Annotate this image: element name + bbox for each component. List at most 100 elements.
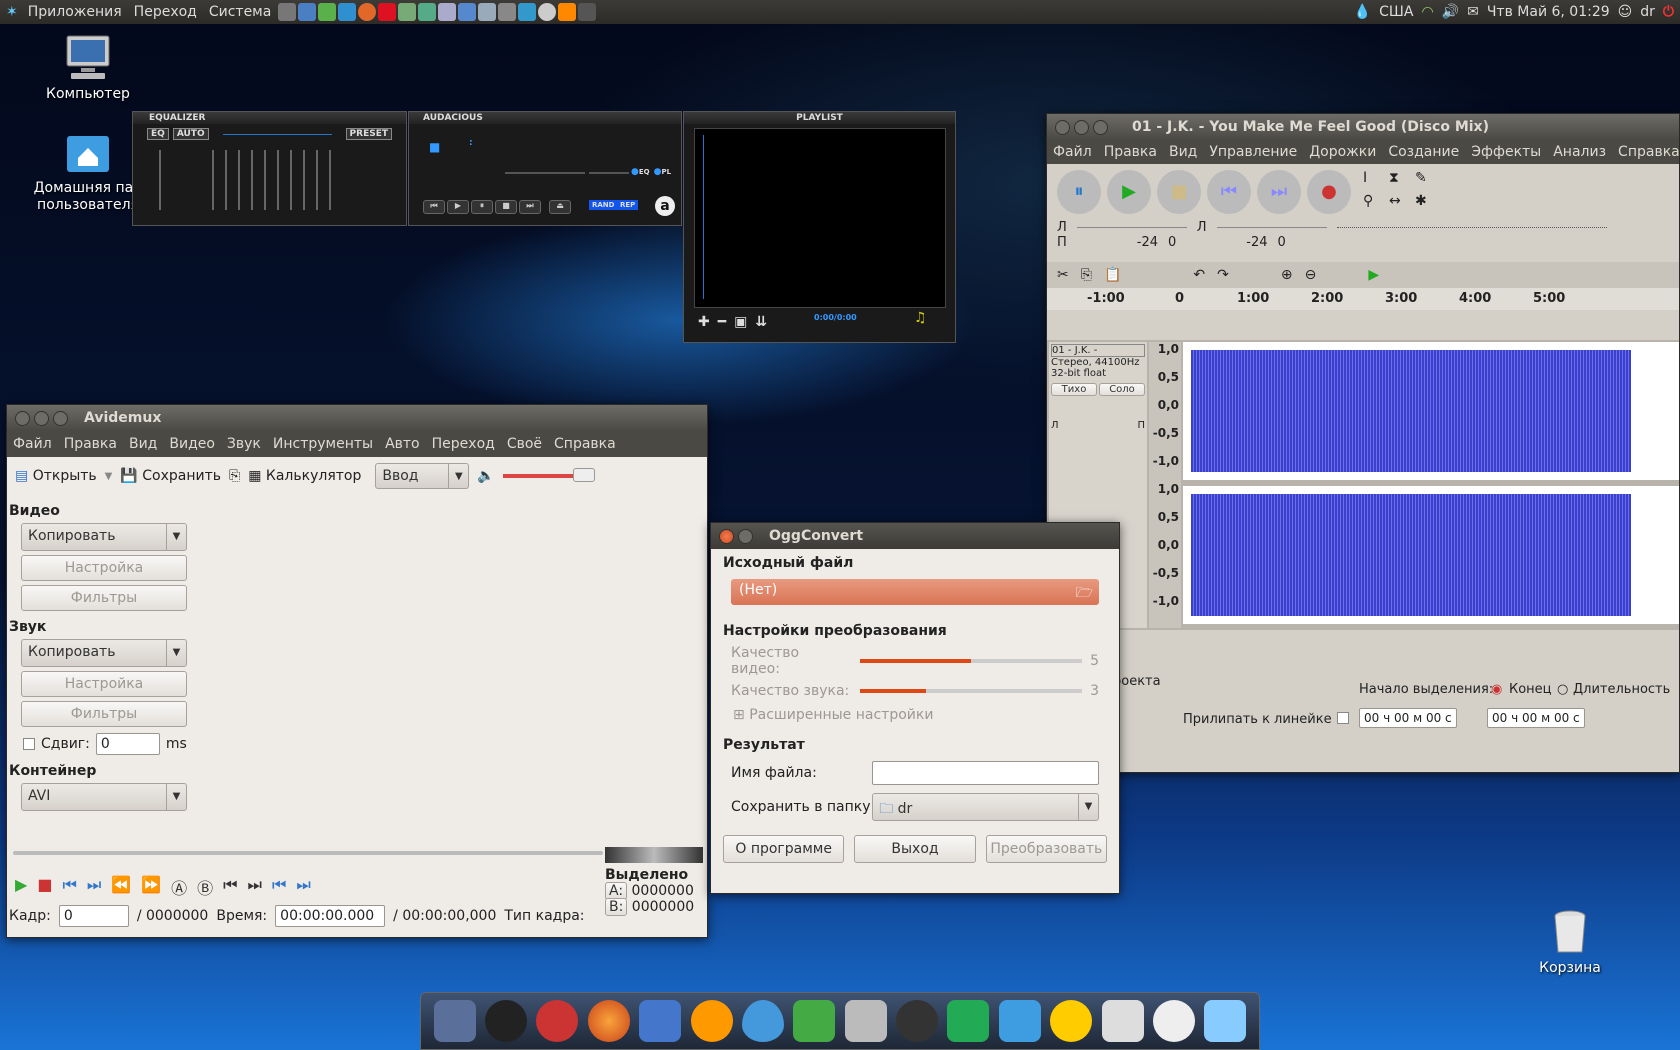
audio-codec-combo[interactable]: Копировать ▼ (21, 639, 187, 667)
mail-icon[interactable]: ✉ (1467, 4, 1479, 20)
menu-applications[interactable]: Приложения (22, 4, 128, 20)
launcher-icon[interactable] (478, 3, 497, 21)
launcher-icon[interactable] (538, 3, 557, 21)
media-manager-icon[interactable] (639, 1000, 682, 1042)
add-icon[interactable]: ✚ (698, 314, 710, 330)
vlc-icon[interactable] (558, 3, 577, 21)
desktop-trash[interactable]: Корзина (1510, 908, 1630, 977)
minimize-button[interactable] (34, 410, 49, 426)
forward-icon[interactable]: ⏩ (141, 875, 161, 899)
audio-filters-button[interactable]: Фильтры (21, 701, 187, 727)
track-name[interactable]: 01 - J.K. - (1051, 344, 1145, 357)
webcam-icon[interactable] (896, 1000, 939, 1042)
menu-places[interactable]: Переход (128, 4, 203, 20)
volume-slider[interactable] (505, 172, 585, 174)
user-name[interactable]: dr (1640, 4, 1655, 20)
copy-icon[interactable]: ⎘ (1081, 267, 1092, 283)
open-dropdown-icon[interactable]: ▼ (105, 471, 113, 482)
menu-analyze[interactable]: Анализ (1547, 144, 1612, 160)
close-button[interactable] (1055, 119, 1070, 135)
video-quality-slider[interactable] (859, 659, 1083, 663)
settings-icon[interactable] (793, 1000, 836, 1042)
balance-slider[interactable] (589, 172, 629, 174)
menu-auto[interactable]: Авто (379, 436, 426, 452)
menu-tools[interactable]: Инструменты (267, 436, 379, 452)
pause-button[interactable]: ⏸ (471, 200, 493, 214)
select-icon[interactable]: ▣ (734, 314, 747, 330)
undo-icon[interactable]: ↶ (1193, 267, 1205, 283)
prev-keyframe-icon[interactable]: ⏮ (272, 875, 286, 899)
skip-start-button[interactable]: ⏮ (1207, 170, 1251, 214)
record-button[interactable]: ● (1307, 170, 1351, 214)
advanced-settings-expander[interactable]: ⊞ Расширенные настройки (733, 707, 1097, 723)
minimize-button[interactable] (1074, 119, 1089, 135)
remove-icon[interactable]: ━ (718, 314, 726, 330)
pause-button[interactable]: ⏸ (1057, 170, 1101, 214)
network-manager-icon[interactable] (536, 1000, 579, 1042)
mute-button[interactable]: Тихо (1051, 383, 1097, 396)
desktop-computer[interactable]: Компьютер (28, 34, 148, 103)
solo-button[interactable]: Соло (1099, 383, 1145, 396)
eq-window-toggle[interactable]: ●EQ (631, 167, 650, 177)
menu-file[interactable]: Файл (7, 436, 58, 452)
system-monitor-icon[interactable] (947, 1000, 990, 1042)
keyboard-layout[interactable]: США (1379, 4, 1413, 20)
wifi-icon[interactable]: ◠ (1421, 4, 1433, 20)
oggconvert-icon[interactable] (1204, 1000, 1247, 1042)
water-drop-icon[interactable] (741, 1000, 784, 1042)
timeshift-tool-icon[interactable]: ↔ (1389, 193, 1413, 214)
prev-frame-icon[interactable]: ⏮ (62, 875, 76, 899)
source-file-chooser[interactable]: (Нет) 🗁 (731, 579, 1099, 605)
play-icon[interactable]: ▶ (15, 875, 27, 899)
menu-transport[interactable]: Управление (1203, 144, 1303, 160)
mark-a-icon[interactable]: Ⓐ (171, 875, 187, 899)
rewind-icon[interactable]: ⏪ (111, 875, 131, 899)
headphones-icon[interactable] (1050, 1000, 1093, 1042)
save-button[interactable]: 💾 Сохранить (120, 468, 221, 484)
draw-tool-icon[interactable]: ✎ (1415, 170, 1439, 191)
time-field[interactable]: 00:00:00.000 (275, 905, 386, 927)
waveform-left[interactable] (1183, 342, 1679, 480)
waveform-right[interactable] (1183, 486, 1679, 624)
home-folder-icon[interactable] (998, 1000, 1041, 1042)
menu-go[interactable]: Переход (426, 436, 501, 452)
desktop-home[interactable]: Домашняя пап пользователя (28, 128, 148, 214)
menu-help[interactable]: Справка (548, 436, 622, 452)
menu-video[interactable]: Видео (163, 436, 221, 452)
network-icon[interactable]: 💧 (1354, 4, 1371, 20)
play-button[interactable]: ▶ (447, 200, 469, 214)
shift-checkbox[interactable] (23, 738, 35, 750)
seek-slider[interactable] (13, 851, 603, 855)
length-radio[interactable]: ○ (1557, 682, 1568, 697)
menu-view[interactable]: Вид (123, 436, 163, 452)
preset-button[interactable]: PRESET (345, 128, 392, 140)
menu-edit[interactable]: Правка (58, 436, 123, 452)
launcher-icon[interactable] (438, 3, 457, 21)
menu-effects[interactable]: Эффекты (1465, 144, 1547, 160)
next-button[interactable]: ⏭ (519, 200, 541, 214)
prev-button[interactable]: ⏮ (423, 200, 445, 214)
convert-button[interactable]: Преобразовать (985, 835, 1107, 863)
envelope-tool-icon[interactable]: ⧗ (1389, 170, 1413, 191)
redo-icon[interactable]: ↷ (1217, 267, 1229, 283)
zoom-out-icon[interactable]: ⊖ (1305, 267, 1317, 283)
menu-help[interactable]: Справка (1612, 144, 1679, 160)
close-button[interactable] (719, 528, 734, 544)
maximize-button[interactable] (1093, 119, 1108, 135)
launcher-icon[interactable] (278, 3, 297, 21)
menu-file[interactable]: Файл (1047, 144, 1098, 160)
mixer-slider[interactable] (1336, 227, 1607, 228)
next-keyframe-icon[interactable]: ⏭ (296, 875, 310, 899)
video-settings-button[interactable]: Настройка (21, 555, 187, 581)
mark-b-icon[interactable]: Ⓑ (197, 875, 213, 899)
audio-settings-button[interactable]: Настройка (21, 671, 187, 697)
menu-edit[interactable]: Правка (1098, 144, 1163, 160)
launcher-icon[interactable] (398, 3, 417, 21)
stop-button[interactable]: ■ (495, 200, 517, 214)
launcher-icon[interactable] (318, 3, 337, 21)
selection-end-field[interactable]: 00 ч 00 м 00 с (1487, 708, 1585, 728)
menu-generate[interactable]: Создание (1382, 144, 1465, 160)
paste-icon[interactable]: 📋 (1104, 267, 1121, 283)
stop-icon[interactable]: ■ (37, 875, 52, 899)
clock[interactable]: Чтв Май 6, 01:29 (1487, 4, 1610, 20)
